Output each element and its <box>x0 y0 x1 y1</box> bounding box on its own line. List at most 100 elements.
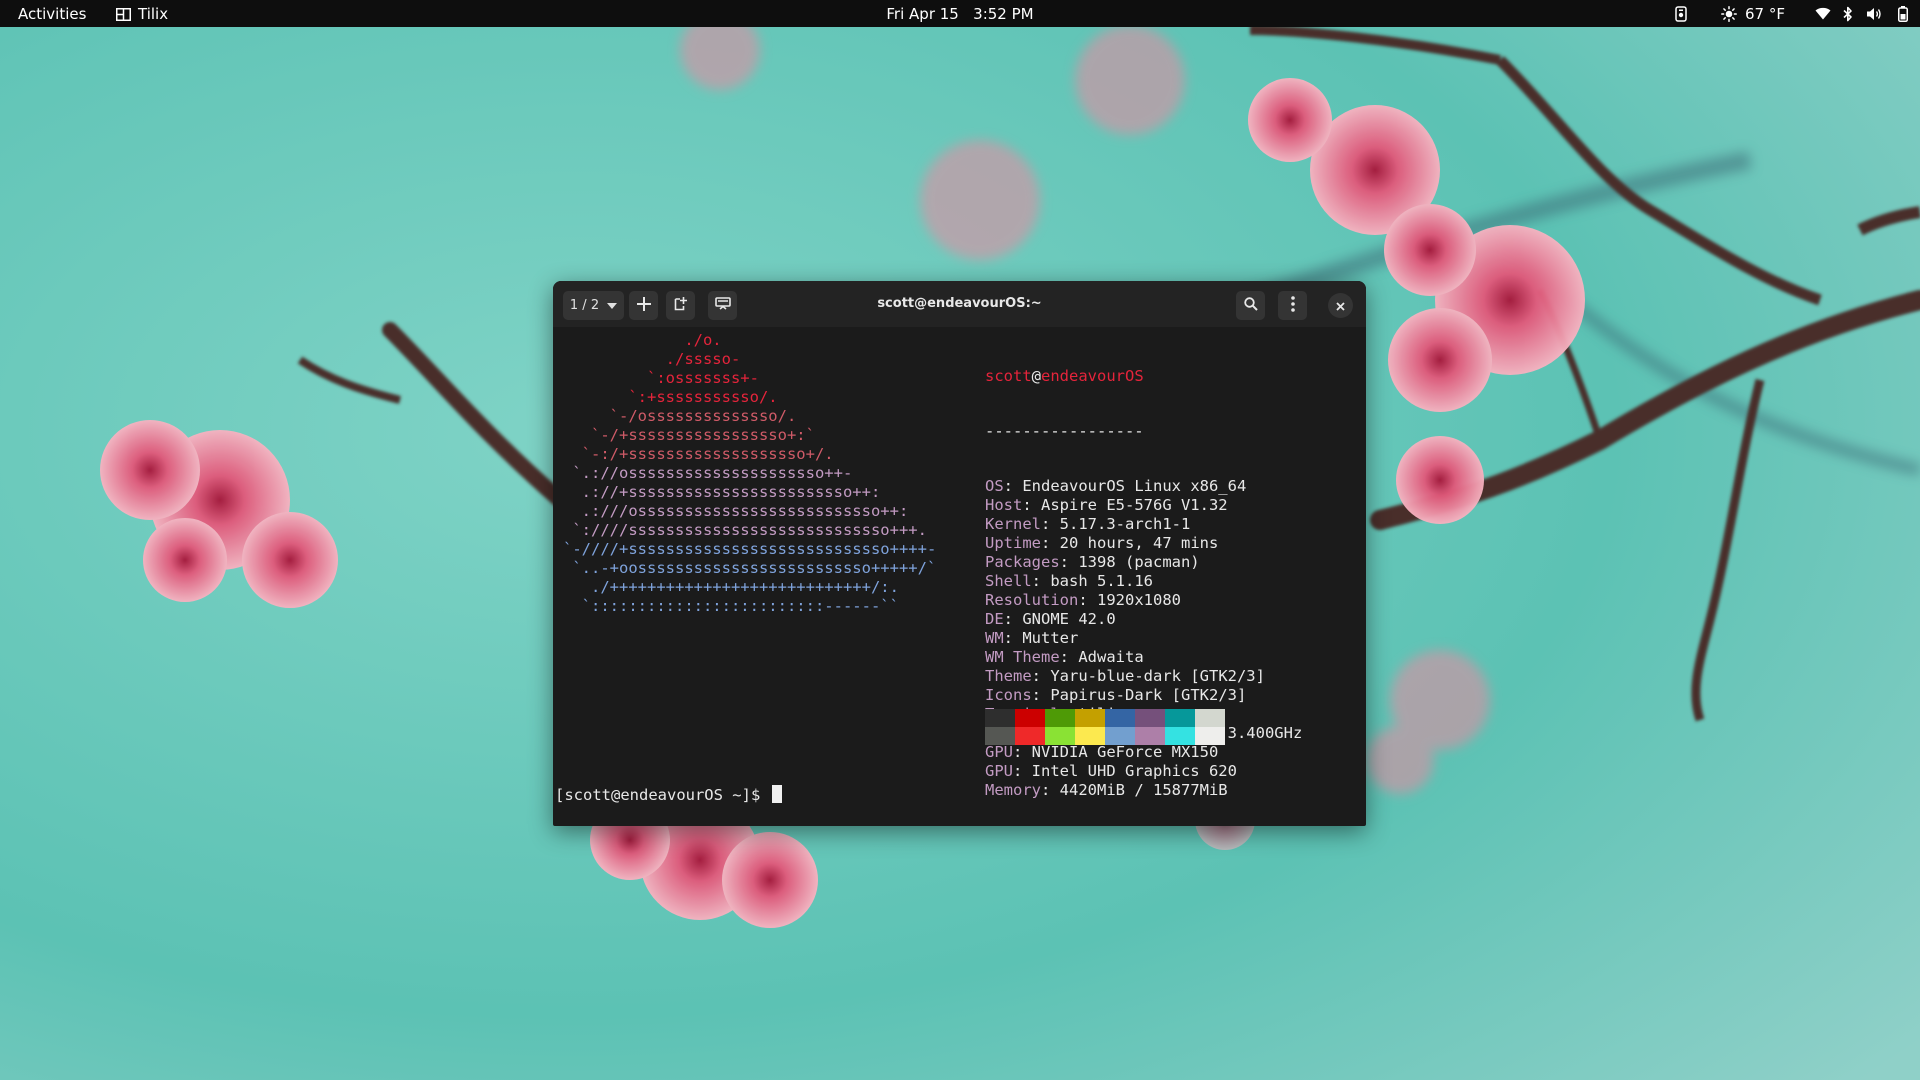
palette-swatch <box>1105 727 1135 745</box>
text-cursor <box>771 785 782 803</box>
ascii-logo-line: `-:/+sssssssssssssssssso+/. <box>563 445 834 463</box>
clock-time: 3:52 PM <box>973 5 1034 23</box>
close-window-button[interactable] <box>1328 293 1353 318</box>
ascii-logo-line: .:///ossssssssssssssssssssssssso++: <box>563 502 909 520</box>
session-label: 1 / 2 <box>569 298 600 313</box>
info-value: 4420MiB / 15877MiB <box>1059 781 1228 799</box>
app-menu-label: Tilix <box>138 5 169 23</box>
info-value: EndeavourOS Linux x86_64 <box>1022 477 1247 495</box>
palette-swatch <box>1015 727 1045 745</box>
palette-swatch <box>1015 709 1045 727</box>
ascii-logo-line: `-////+ssssssssssssssssssssssssssso++++- <box>563 540 937 558</box>
ascii-logo-line: `-/+sssssssssssssssso+:` <box>563 426 815 444</box>
weather-sun-icon <box>1721 5 1737 22</box>
battery-icon[interactable] <box>1898 5 1908 22</box>
terminal-window[interactable]: 1 / 2 scott@endeavourOS:~ ./o. ./sssso- … <box>553 281 1366 826</box>
palette-swatch <box>1165 709 1195 727</box>
palette-swatch <box>1105 709 1135 727</box>
clock: Fri Apr 15 3:52 PM <box>0 5 1920 23</box>
window-menu-button[interactable] <box>1278 291 1307 320</box>
ascii-logo-line: `:+sssssssssso/. <box>563 388 778 406</box>
info-line: Packages: 1398 (pacman) <box>985 553 1200 571</box>
shell-prompt: [scott@endeavourOS ~]$ <box>555 786 770 804</box>
wifi-icon[interactable] <box>1815 7 1831 20</box>
plus-icon <box>636 296 651 315</box>
info-value: 1920x1080 <box>1097 591 1181 609</box>
ascii-logo-line: `:////ssssssssssssssssssssssssssso+++. <box>563 521 927 539</box>
info-value: Mutter <box>1022 629 1079 647</box>
info-key: Memory <box>985 781 1041 799</box>
terminal-app-icon <box>116 7 131 21</box>
info-key: GPU <box>985 762 1013 780</box>
chevron-down-icon <box>607 298 618 313</box>
info-key: Kernel <box>985 515 1041 533</box>
info-key: Uptime <box>985 534 1041 552</box>
info-value: Aspire E5-576G V1.32 <box>1041 496 1228 514</box>
info-key: OS <box>985 477 1004 495</box>
user-host-line: scott@endeavourOS <box>985 367 1144 385</box>
ascii-logo-line: `.://osssssssssssssssssssso++- <box>563 464 853 482</box>
kebab-menu-icon <box>1290 295 1295 316</box>
palette-swatch <box>1135 727 1165 745</box>
info-separator: ----------------- <box>985 422 1144 440</box>
info-key: WM Theme <box>985 648 1060 666</box>
ascii-logo-line: `..-+oosssssssssssssssssssssssso+++++/` <box>563 559 937 577</box>
clock-button[interactable]: Fri Apr 15 3:52 PM <box>886 5 1033 23</box>
search-button[interactable] <box>1236 291 1265 320</box>
palette-swatch <box>1165 727 1195 745</box>
info-key: Resolution <box>985 591 1079 609</box>
info-line: Host: Aspire E5-576G V1.32 <box>985 496 1228 514</box>
sync-input-button[interactable] <box>708 291 737 320</box>
activities-button[interactable]: Activities <box>18 5 86 23</box>
palette-swatch <box>985 709 1015 727</box>
info-key: Icons <box>985 686 1032 704</box>
palette-swatch <box>1045 727 1075 745</box>
ascii-logo-line: ./++++++++++++++++++++++++++++/:. <box>563 578 899 596</box>
info-value: NVIDIA GeForce MX150 <box>1031 743 1219 761</box>
info-key: DE <box>985 610 1004 628</box>
terminal-titlebar[interactable]: 1 / 2 scott@endeavourOS:~ <box>553 281 1366 327</box>
ascii-logo-line: ./o. <box>563 331 722 349</box>
info-line: Resolution: 1920x1080 <box>985 591 1181 609</box>
info-line: OS: EndeavourOS Linux x86_64 <box>985 477 1247 495</box>
distro-ascii-logo: ./o. ./sssso- `:osssssss+- `:+ssssssssss… <box>563 331 936 616</box>
info-line: Uptime: 20 hours, 47 mins <box>985 534 1219 552</box>
palette-swatch <box>1195 709 1225 727</box>
info-line: GPU: Intel UHD Graphics 620 <box>985 762 1237 780</box>
info-value: 20 hours, 47 mins <box>1059 534 1219 552</box>
app-menu-tilix[interactable]: Tilix <box>116 5 168 23</box>
split-terminal-button[interactable] <box>666 291 695 320</box>
ascii-logo-line: `:osssssss+- <box>563 369 759 387</box>
info-key: Host <box>985 496 1023 514</box>
ascii-logo-line: `:::::::::::::::::::::::::------`` <box>563 597 899 615</box>
info-value: 1398 (pacman) <box>1078 553 1200 571</box>
info-line: WM Theme: Adwaita <box>985 648 1144 666</box>
close-icon <box>1336 296 1345 315</box>
search-icon <box>1243 296 1258 315</box>
split-icon <box>674 296 688 315</box>
info-line: Memory: 4420MiB / 15877MiB <box>985 781 1228 799</box>
info-line: WM: Mutter <box>985 629 1079 647</box>
screen-share-icon[interactable] <box>1675 5 1687 22</box>
weather-indicator[interactable]: 67 °F <box>1721 5 1785 23</box>
clock-date: Fri Apr 15 <box>886 5 959 23</box>
info-host: endeavourOS <box>1041 367 1144 385</box>
add-terminal-button[interactable] <box>629 291 658 320</box>
ascii-logo-line: `-/ossssssssssssso/. <box>563 407 797 425</box>
info-value: Papirus-Dark [GTK2/3] <box>1050 686 1247 704</box>
info-value: Intel UHD Graphics 620 <box>1031 762 1237 780</box>
info-key: WM <box>985 629 1004 647</box>
color-palette <box>985 709 1225 745</box>
info-line: Icons: Papirus-Dark [GTK2/3] <box>985 686 1247 704</box>
sync-input-icon <box>714 296 731 315</box>
shell-prompt-line[interactable]: [scott@endeavourOS ~]$ <box>555 785 782 804</box>
volume-icon[interactable] <box>1866 7 1882 21</box>
palette-swatch <box>1075 709 1105 727</box>
info-value: Adwaita <box>1078 648 1144 666</box>
info-value: bash 5.1.16 <box>1050 572 1153 590</box>
bluetooth-icon[interactable] <box>1843 6 1853 22</box>
info-key: Theme <box>985 667 1032 685</box>
top-bar: Activities Tilix Fri Apr 15 3:52 PM 67 °… <box>0 0 1920 27</box>
info-value: GNOME 42.0 <box>1022 610 1116 628</box>
session-switcher-button[interactable]: 1 / 2 <box>563 291 624 320</box>
